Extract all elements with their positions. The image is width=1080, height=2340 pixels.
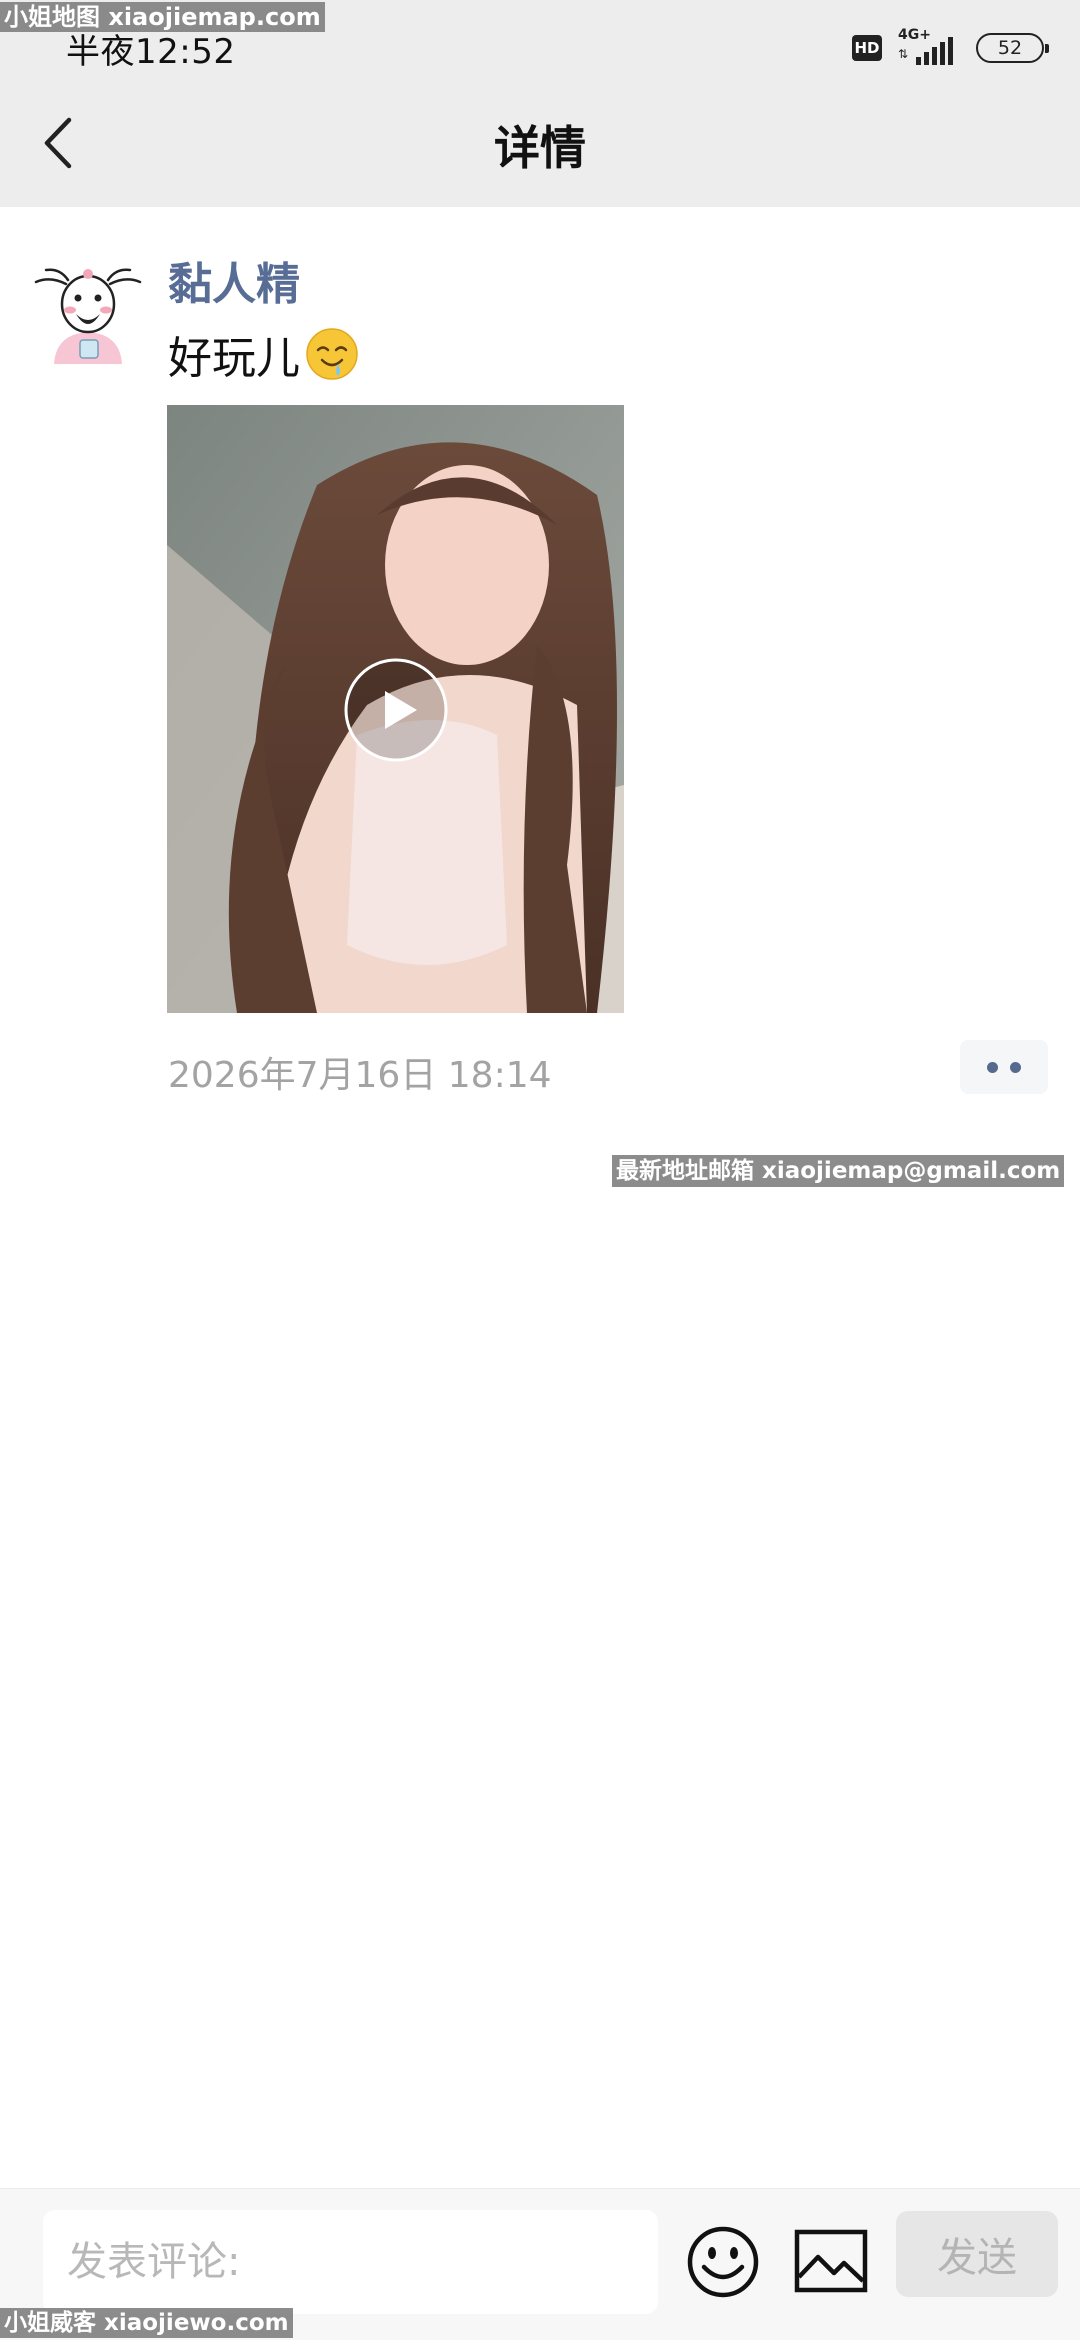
status-indicators: HD 4G+ ⇅ 52 [852, 26, 1049, 70]
video-thumbnail[interactable] [167, 405, 624, 1013]
send-button[interactable]: 发送 [896, 2211, 1058, 2297]
page-title: 详情 [494, 121, 586, 175]
smiley-face-icon[interactable] [686, 2225, 760, 2299]
battery-icon: 52 [976, 33, 1049, 63]
post-text: 好玩儿 [168, 322, 360, 386]
watermark-middle: 最新地址邮箱 xiaojiemap@gmail.com [612, 1155, 1065, 1187]
signal-bars-icon [916, 37, 956, 65]
dot-icon [987, 1061, 998, 1073]
more-options-button[interactable] [960, 1040, 1048, 1094]
username[interactable]: 黏人精 [168, 248, 300, 312]
drooling-face-icon [306, 328, 358, 380]
watermark-bottom: 小姐威客 xiaojiewo.com [0, 2308, 293, 2338]
watermark-top: 小姐地图 xiaojiemap.com [0, 2, 325, 32]
post-text-content: 好玩儿 [168, 333, 300, 384]
hd-badge: HD [852, 35, 882, 61]
network-arrows-icon: ⇅ [898, 47, 909, 61]
play-icon[interactable] [343, 657, 449, 763]
network-signal-icon: 4G+ ⇅ [898, 27, 960, 67]
post-timestamp: 2026年7月16日 18:14 [168, 1055, 552, 1096]
avatar-illustration [30, 260, 146, 364]
dot-icon [1010, 1061, 1021, 1073]
avatar[interactable] [30, 260, 146, 364]
comment-input[interactable] [43, 2210, 658, 2314]
image-icon[interactable] [794, 2227, 868, 2297]
